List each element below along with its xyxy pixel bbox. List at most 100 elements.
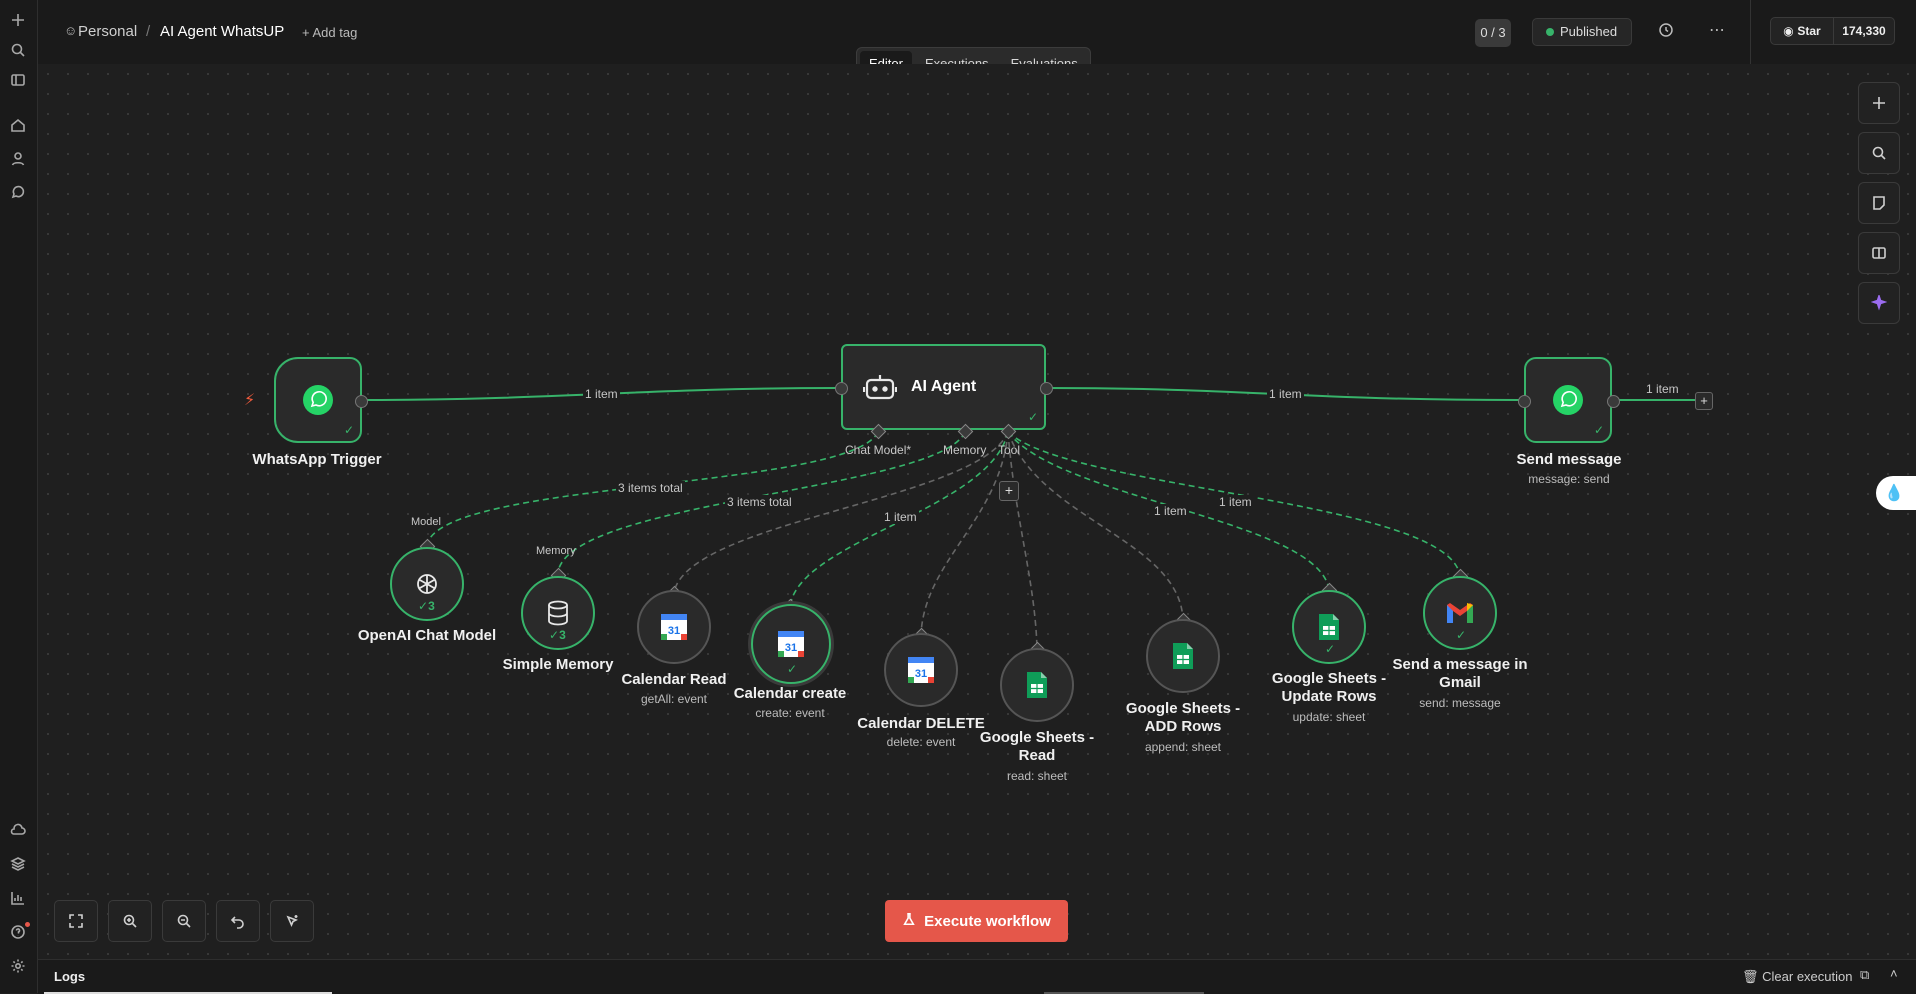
user-icon[interactable] (9, 151, 27, 169)
edge-label: 3 items total (616, 481, 685, 495)
help-icon[interactable] (9, 924, 27, 942)
plus-icon (1873, 97, 1885, 109)
workflow-name[interactable]: AI Agent WhatsUP (160, 23, 284, 40)
github-star-button[interactable]: ◉ Star (1770, 17, 1834, 45)
chevron-up-icon[interactable]: ˄ (1890, 966, 1898, 981)
node-subtitle: message: send (1528, 472, 1610, 486)
output-port[interactable] (1607, 395, 1620, 408)
clear-execution-label: Clear execution (1762, 969, 1853, 984)
plus-icon[interactable] (9, 12, 27, 30)
port-label-tool: Tool (998, 443, 1021, 457)
logs-panel[interactable]: Logs 🗑 Clear execution ⧉ ˄ (38, 959, 1916, 994)
fit-view-button[interactable] (54, 900, 98, 942)
zoom-out-button[interactable] (162, 900, 206, 942)
calendar-delete-node[interactable]: 31 (884, 633, 958, 707)
execute-workflow-button[interactable]: Execute workflow (885, 900, 1068, 942)
openai-chat-model-node[interactable]: ✓3 (390, 547, 464, 621)
port-label-chat-model: Chat Model* (845, 443, 912, 457)
droplet-icon: 💧 (1884, 485, 1904, 502)
simple-memory-node[interactable]: ✓3 (521, 576, 595, 650)
node-subtitle: read: sheet (1006, 769, 1068, 783)
edge-label: 1 item (882, 510, 919, 524)
node-label: Send message (1516, 451, 1622, 468)
search-icon[interactable] (9, 42, 27, 60)
google-sheets-icon (1173, 643, 1193, 669)
input-port[interactable] (835, 382, 848, 395)
insights-icon[interactable] (9, 890, 27, 908)
settings-icon[interactable] (9, 958, 27, 976)
label-line: Google Sheets - (979, 729, 1095, 746)
zoom-in-button[interactable] (108, 900, 152, 942)
node-label: WhatsApp Trigger (252, 451, 382, 468)
workflow-canvas[interactable] (38, 64, 1916, 959)
execute-label: Execute workflow (924, 912, 1051, 930)
history-icon[interactable] (1658, 22, 1674, 43)
chat-icon[interactable] (9, 185, 27, 203)
label-line: Read (1018, 747, 1056, 764)
status-dot (1546, 28, 1554, 36)
whatsapp-icon (1553, 385, 1583, 415)
chat-assistant-tab[interactable]: 💧 (1876, 476, 1916, 510)
status-label: Published (1560, 24, 1618, 39)
tidy-up-button[interactable] (270, 900, 314, 942)
node-subtitle: append: sheet (1144, 740, 1222, 754)
input-port[interactable] (1518, 395, 1531, 408)
clear-execution-button[interactable]: 🗑 Clear execution (1742, 969, 1852, 985)
node-subtitle: update: sheet (1292, 710, 1366, 724)
breadcrumb-project[interactable]: Personal (78, 23, 137, 40)
output-port[interactable] (1040, 382, 1053, 395)
whatsapp-trigger-node[interactable]: ✓ (274, 357, 362, 443)
ai-assistant-button[interactable] (1858, 282, 1900, 324)
search-icon (1872, 146, 1886, 160)
whatsapp-icon (303, 385, 333, 415)
cloud-icon[interactable] (9, 822, 27, 840)
header-divider (1750, 0, 1751, 64)
status-badge[interactable]: Published (1532, 18, 1632, 46)
svg-text:31: 31 (915, 668, 927, 680)
star-count[interactable]: 174,330 (1833, 17, 1895, 45)
undo-button[interactable] (216, 900, 260, 942)
label-line: ADD Rows (1144, 718, 1222, 735)
sticky-note-button[interactable] (1858, 182, 1900, 224)
search-nodes-button[interactable] (1858, 132, 1900, 174)
success-check-icon: ✓3 (549, 628, 566, 642)
node-label: Send a message in Gmail (1379, 656, 1541, 692)
add-tool-button[interactable]: + (999, 481, 1019, 501)
google-calendar-icon: 31 (661, 614, 687, 640)
calendar-create-node[interactable]: 31 ✓ (751, 604, 831, 684)
google-calendar-icon: 31 (778, 631, 804, 657)
edge-label: 1 item (1217, 495, 1254, 509)
toggle-panel-button[interactable] (1858, 232, 1900, 274)
more-options-icon[interactable]: ⋯ (1709, 20, 1725, 40)
google-sheets-read-node[interactable] (1000, 648, 1074, 722)
google-sheets-update-rows-node[interactable]: ✓ (1292, 590, 1366, 664)
star-count-label: 174,330 (1842, 24, 1886, 38)
node-label: Google Sheets - Read (956, 729, 1118, 765)
trash-icon: 🗑 (1742, 969, 1759, 984)
add-node-button[interactable]: + (1695, 392, 1713, 410)
svg-text:31: 31 (668, 625, 680, 637)
pop-out-icon[interactable]: ⧉ (1860, 967, 1869, 983)
packages-icon[interactable] (9, 856, 27, 874)
output-port[interactable] (355, 395, 368, 408)
ai-agent-node[interactable]: AI Agent ✓ (841, 344, 1046, 430)
sidebar-toggle-icon[interactable] (9, 72, 27, 90)
zoom-out-icon (177, 914, 191, 928)
send-message-node[interactable]: ✓ (1524, 357, 1612, 443)
calendar-read-node[interactable]: 31 (637, 590, 711, 664)
home-icon[interactable] (9, 117, 27, 135)
add-tag-button[interactable]: + Add tag (302, 25, 357, 40)
success-check-icon: ✓ (1325, 642, 1336, 656)
google-sheets-icon (1027, 672, 1047, 698)
success-check-icon: ✓ (343, 423, 354, 437)
breadcrumb-separator: / (146, 23, 151, 40)
add-node-panel-button[interactable] (1858, 82, 1900, 124)
sparkle-icon (1871, 295, 1887, 311)
gmail-send-message-node[interactable]: ✓ (1423, 576, 1497, 650)
counter-badge[interactable]: 0 / 3 (1475, 19, 1511, 47)
edge-label: 1 item (1644, 382, 1681, 396)
gmail-icon (1447, 603, 1473, 623)
node-label: Calendar create (733, 685, 847, 702)
google-sheets-add-rows-node[interactable] (1146, 619, 1220, 693)
run-count: 3 (428, 599, 435, 613)
